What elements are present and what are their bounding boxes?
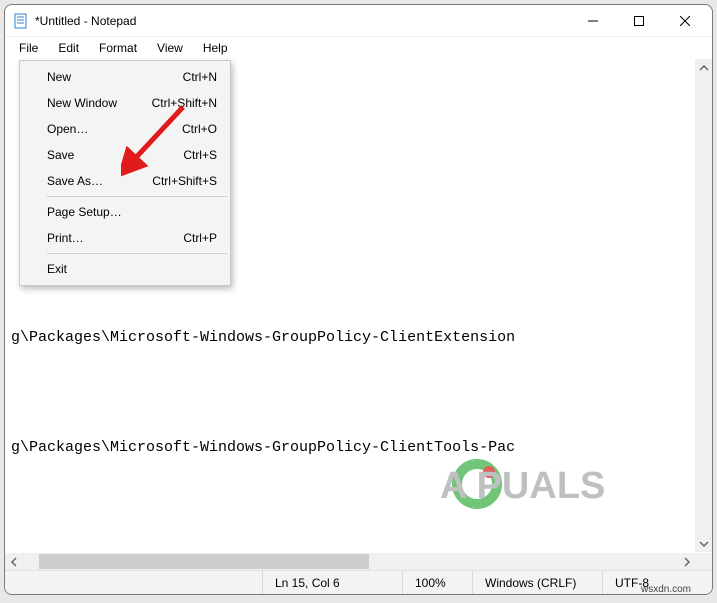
menu-separator (47, 253, 227, 254)
status-bar: Ln 15, Col 6 100% Windows (CRLF) UTF-8 (5, 570, 712, 594)
menu-item-print[interactable]: Print… Ctrl+P (23, 225, 227, 251)
menu-format[interactable]: Format (89, 39, 147, 57)
menu-help[interactable]: Help (193, 39, 238, 57)
menu-bar: File Edit Format View Help (5, 37, 712, 59)
scrollbar-corner (695, 553, 712, 570)
vertical-scrollbar[interactable] (695, 59, 712, 552)
menu-item-exit[interactable]: Exit (23, 256, 227, 282)
source-caption: wsxdn.com (641, 584, 691, 595)
menu-file[interactable]: File (9, 39, 48, 57)
horizontal-scrollbar[interactable] (5, 553, 695, 570)
menu-item-open[interactable]: Open… Ctrl+O (23, 116, 227, 142)
title-bar: *Untitled - Notepad (5, 5, 712, 37)
menu-edit[interactable]: Edit (48, 39, 89, 57)
menu-item-save-as[interactable]: Save As… Ctrl+Shift+S (23, 168, 227, 194)
minimize-button[interactable] (570, 6, 616, 36)
status-position: Ln 15, Col 6 (262, 571, 402, 594)
maximize-button[interactable] (616, 6, 662, 36)
scroll-up-icon[interactable] (695, 59, 712, 76)
status-eol: Windows (CRLF) (472, 571, 602, 594)
file-menu-dropdown: New Ctrl+N New Window Ctrl+Shift+N Open…… (19, 60, 231, 286)
scroll-thumb-horizontal[interactable] (39, 554, 369, 569)
menu-item-new-window[interactable]: New Window Ctrl+Shift+N (23, 90, 227, 116)
menu-item-new[interactable]: New Ctrl+N (23, 64, 227, 90)
close-button[interactable] (662, 6, 708, 36)
editor-line: g\Packages\Microsoft-Windows-GroupPolicy… (11, 437, 706, 459)
scroll-left-icon[interactable] (5, 553, 22, 570)
scroll-right-icon[interactable] (678, 553, 695, 570)
menu-view[interactable]: View (147, 39, 193, 57)
app-window: *Untitled - Notepad File Edit Format Vie… (4, 4, 713, 595)
menu-item-save[interactable]: Save Ctrl+S (23, 142, 227, 168)
status-zoom: 100% (402, 571, 472, 594)
menu-separator (47, 196, 227, 197)
window-title: *Untitled - Notepad (35, 14, 136, 28)
scroll-down-icon[interactable] (695, 535, 712, 552)
notepad-app-icon (13, 13, 29, 29)
editor-line: g\Packages\Microsoft-Windows-GroupPolicy… (11, 327, 706, 349)
menu-item-page-setup[interactable]: Page Setup… (23, 199, 227, 225)
